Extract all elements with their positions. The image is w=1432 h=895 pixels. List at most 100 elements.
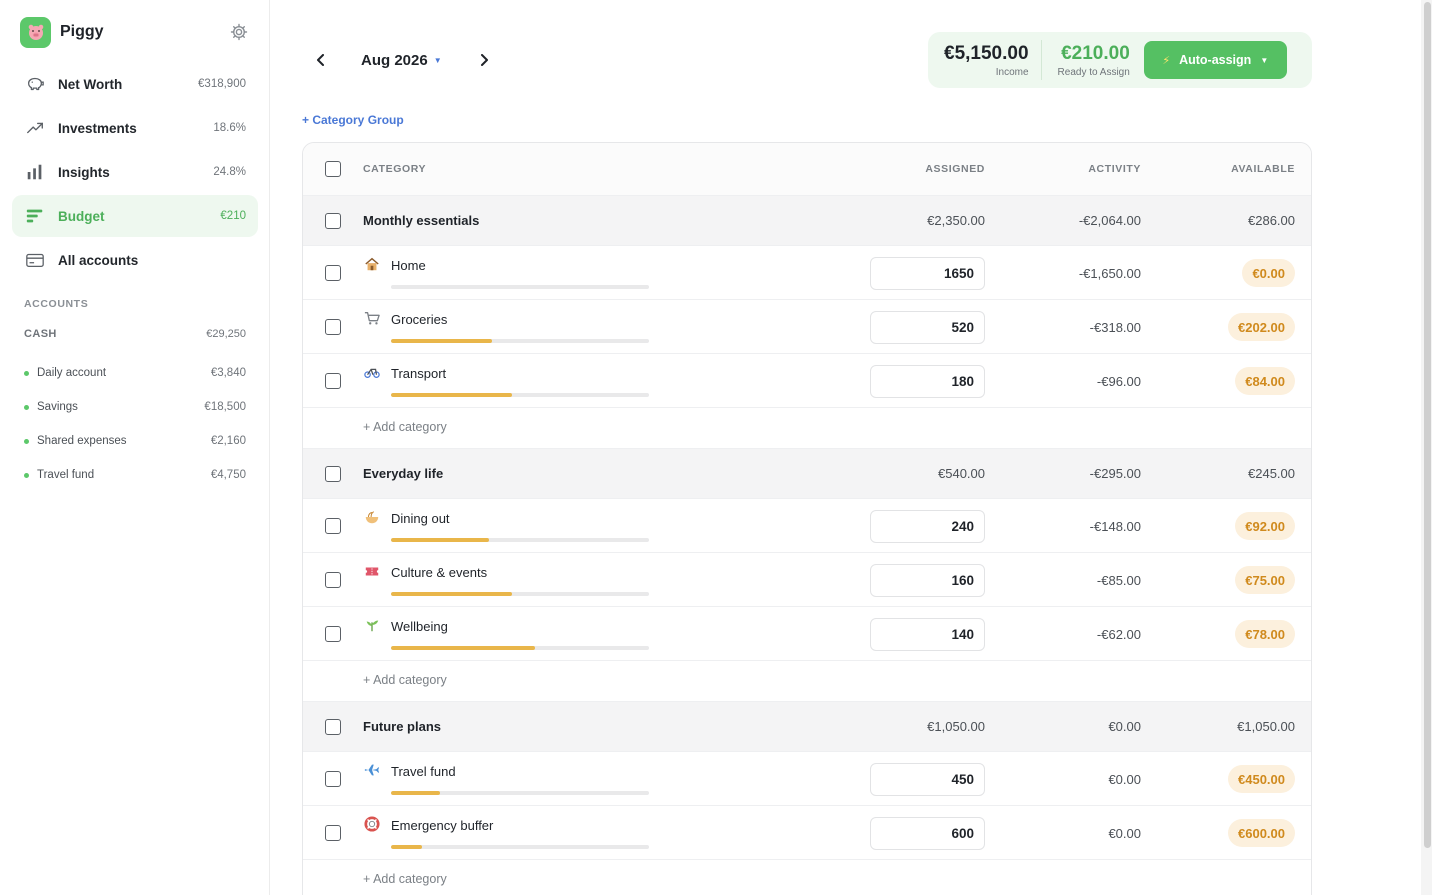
cash-total: €29,250 bbox=[206, 328, 246, 340]
status-dot bbox=[24, 370, 29, 376]
assigned-input[interactable] bbox=[870, 510, 985, 543]
category-checkbox[interactable] bbox=[325, 825, 341, 841]
account-item[interactable]: Shared expenses €2,160 bbox=[24, 424, 246, 458]
category-checkbox[interactable] bbox=[325, 626, 341, 642]
account-value: €3,840 bbox=[210, 367, 246, 379]
caret-down-icon: ▼ bbox=[433, 55, 442, 65]
card-icon bbox=[24, 249, 46, 271]
main-content: Aug 2026 ▼ €5,150.00 Income €210.00 Read… bbox=[271, 0, 1421, 895]
ready-label: Ready to Assign bbox=[1057, 66, 1130, 78]
group-available: €245.00 bbox=[1248, 466, 1295, 481]
bar-chart-icon bbox=[24, 161, 46, 183]
available-badge[interactable]: €78.00 bbox=[1235, 620, 1295, 648]
account-name: Daily account bbox=[37, 367, 107, 379]
chevron-left-icon[interactable] bbox=[311, 46, 331, 74]
category-row[interactable]: Groceries -€318.00 €202.00 bbox=[303, 300, 1311, 354]
available-badge[interactable]: €75.00 bbox=[1235, 566, 1295, 594]
assigned-input[interactable] bbox=[870, 311, 985, 344]
nav-net-worth[interactable]: Net Worth €318,900 bbox=[12, 63, 258, 105]
progress-bar bbox=[391, 393, 649, 397]
account-name: Shared expenses bbox=[37, 435, 127, 447]
scrollbar-thumb[interactable] bbox=[1424, 2, 1431, 848]
chevron-right-icon[interactable] bbox=[474, 46, 494, 74]
nav-label: Net Worth bbox=[58, 76, 123, 92]
category-checkbox[interactable] bbox=[325, 373, 341, 389]
account-item[interactable]: Savings €18,500 bbox=[24, 390, 246, 424]
category-checkbox[interactable] bbox=[325, 518, 341, 534]
group-row[interactable]: Monthly essentials €2,350.00 -€2,064.00 €28… bbox=[303, 196, 1311, 246]
group-checkbox[interactable] bbox=[325, 466, 341, 482]
account-item[interactable]: Daily account €3,840 bbox=[24, 356, 246, 390]
available-badge[interactable]: €600.00 bbox=[1228, 819, 1295, 847]
app-root: Piggy Net Worth €318,900 Investments 18.… bbox=[0, 0, 1432, 895]
category-row[interactable]: Wellbeing -€62.00 €78.00 bbox=[303, 607, 1311, 661]
group-available: €1,050.00 bbox=[1237, 719, 1295, 734]
category-row[interactable]: Emergency buffer €0.00 €600.00 bbox=[303, 806, 1311, 860]
group-assigned: €540.00 bbox=[938, 466, 985, 481]
group-checkbox[interactable] bbox=[325, 213, 341, 229]
available-badge[interactable]: €92.00 bbox=[1235, 512, 1295, 540]
trend-up-icon bbox=[24, 117, 46, 139]
category-row[interactable]: Transport -€96.00 €84.00 bbox=[303, 354, 1311, 408]
add-category-button[interactable]: + Add category bbox=[363, 673, 447, 687]
month-selector[interactable]: Aug 2026 ▼ bbox=[361, 52, 442, 69]
account-list: Daily account €3,840 Savings €18,500 Sha… bbox=[24, 356, 246, 492]
nav-budget[interactable]: Budget €210 bbox=[12, 195, 258, 237]
category-row[interactable]: Culture & events -€85.00 €75.00 bbox=[303, 553, 1311, 607]
available-badge[interactable]: €0.00 bbox=[1242, 259, 1295, 287]
assigned-input[interactable] bbox=[870, 817, 985, 850]
progress-fill bbox=[391, 845, 422, 849]
progress-bar bbox=[391, 339, 649, 343]
group-row[interactable]: Everyday life €540.00 -€295.00 €245.00 bbox=[303, 449, 1311, 499]
assigned-input[interactable] bbox=[870, 257, 985, 290]
category-row[interactable]: Travel fund €0.00 €450.00 bbox=[303, 752, 1311, 806]
assigned-input[interactable] bbox=[870, 763, 985, 796]
progress-bar bbox=[391, 646, 649, 650]
herb-icon bbox=[363, 616, 381, 634]
nav-insights[interactable]: Insights 24.8% bbox=[12, 151, 258, 193]
category-name: Wellbeing bbox=[391, 619, 448, 634]
available-badge[interactable]: €450.00 bbox=[1228, 765, 1295, 793]
group-row[interactable]: Future plans €1,050.00 €0.00 €1,050.00 bbox=[303, 702, 1311, 752]
add-category-group-button[interactable]: + Category Group bbox=[302, 113, 404, 127]
available-badge[interactable]: €84.00 bbox=[1235, 367, 1295, 395]
ready-amount: €210.00 bbox=[1061, 42, 1130, 64]
nav-value: €210 bbox=[220, 210, 246, 222]
add-category-button[interactable]: + Add category bbox=[363, 420, 447, 434]
add-category-row: + Add category bbox=[303, 860, 1311, 895]
category-checkbox[interactable] bbox=[325, 572, 341, 588]
cart-icon bbox=[363, 309, 381, 327]
available-badge[interactable]: €202.00 bbox=[1228, 313, 1295, 341]
add-category-row: + Add category bbox=[303, 408, 1311, 449]
category-row[interactable]: Home -€1,650.00 €0.00 bbox=[303, 246, 1311, 300]
category-checkbox[interactable] bbox=[325, 265, 341, 281]
gear-icon[interactable] bbox=[230, 23, 248, 41]
auto-assign-button[interactable]: ⚡ Auto-assign ▼ bbox=[1143, 41, 1287, 79]
assigned-input[interactable] bbox=[870, 365, 985, 398]
add-category-button[interactable]: + Add category bbox=[363, 872, 447, 886]
account-item[interactable]: Travel fund €4,750 bbox=[24, 458, 246, 492]
brand[interactable]: Piggy bbox=[20, 16, 104, 48]
assigned-input[interactable] bbox=[870, 564, 985, 597]
column-header-available: AVAILABLE bbox=[1231, 163, 1295, 175]
column-header-assigned: ASSIGNED bbox=[925, 163, 985, 175]
cash-label: CASH bbox=[24, 328, 57, 340]
nav-investments[interactable]: Investments 18.6% bbox=[12, 107, 258, 149]
main-nav: Net Worth €318,900 Investments 18.6% Ins… bbox=[12, 63, 258, 283]
nav-label: Budget bbox=[58, 208, 105, 224]
category-row[interactable]: Dining out -€148.00 €92.00 bbox=[303, 499, 1311, 553]
assigned-input[interactable] bbox=[870, 618, 985, 651]
category-name: Travel fund bbox=[391, 764, 456, 779]
category-checkbox[interactable] bbox=[325, 771, 341, 787]
table-header: CATEGORY ASSIGNED ACTIVITY AVAILABLE bbox=[303, 143, 1311, 196]
group-checkbox[interactable] bbox=[325, 719, 341, 735]
nav-label: Insights bbox=[58, 164, 110, 180]
nav-value: 24.8% bbox=[213, 166, 246, 178]
cash-group-row[interactable]: CASH €29,250 bbox=[24, 328, 246, 340]
nav-all-accounts[interactable]: All accounts bbox=[12, 239, 258, 281]
budget-table: CATEGORY ASSIGNED ACTIVITY AVAILABLE Mon… bbox=[302, 142, 1312, 895]
category-checkbox[interactable] bbox=[325, 319, 341, 335]
account-name: Travel fund bbox=[37, 469, 95, 481]
income-amount: €5,150.00 bbox=[944, 42, 1029, 64]
select-all-checkbox[interactable] bbox=[325, 161, 341, 177]
